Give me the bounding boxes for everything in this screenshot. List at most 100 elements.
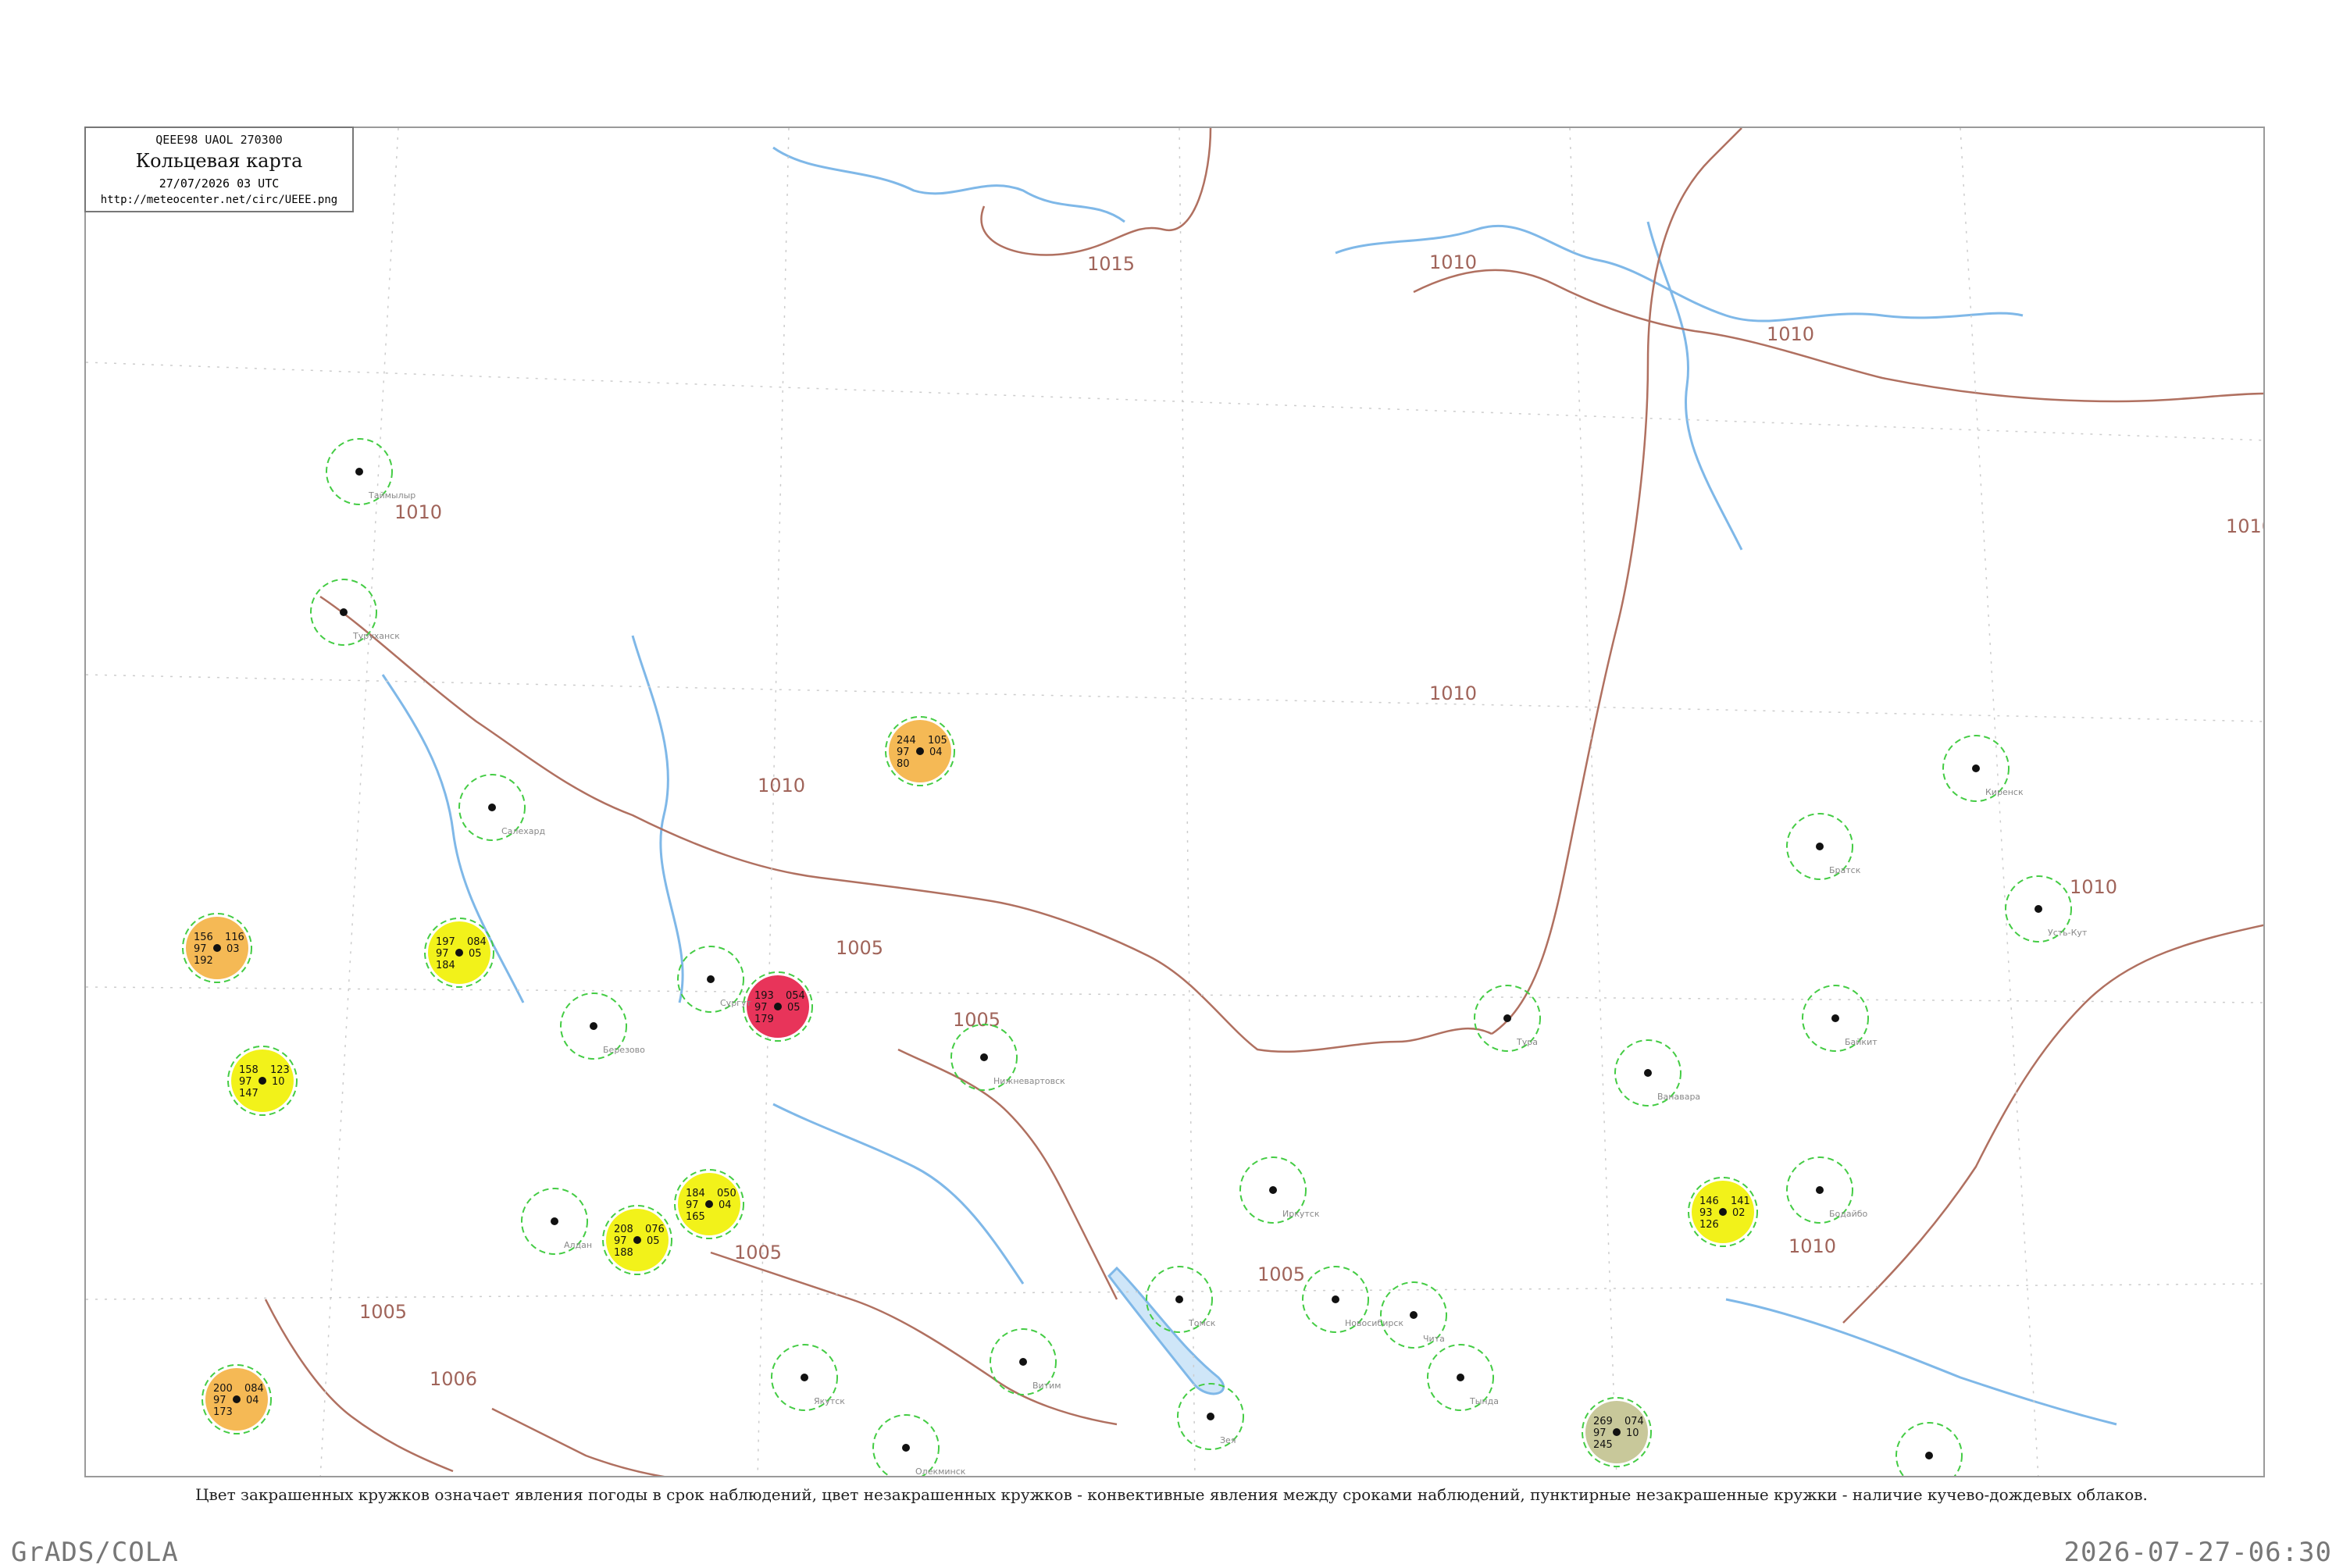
station-name: Салехард — [501, 826, 545, 836]
map-canvas: 1015 1010 1010 1010 1010 1010 1010 1010 … — [86, 128, 2265, 1477]
station-pressure: 054 — [786, 990, 805, 1002]
station-plot: Иркутск — [1239, 1156, 1320, 1224]
isobar-label: 1010 — [2226, 515, 2265, 537]
station-dot — [590, 1022, 597, 1030]
isobar-1005-southwest — [264, 1299, 454, 1473]
grid-line — [86, 986, 2263, 1003]
station-name: Витим — [1032, 1381, 1061, 1391]
map-legend-box: QEEE98 UAOL 270300 Кольцевая карта 27/07… — [84, 127, 354, 212]
station-pressure: 123 — [270, 1064, 290, 1076]
station-tendency: 03 — [226, 943, 240, 955]
station-dot — [233, 1395, 241, 1403]
grid-line — [86, 362, 2263, 441]
station-pressure: 074 — [1624, 1416, 1644, 1427]
isobar-1005-south — [710, 1251, 1118, 1426]
isobar-label: 1015 — [1087, 253, 1135, 275]
station-name: Олекминск — [915, 1466, 966, 1477]
station-plot: 193 054 97 05 179 — [743, 971, 813, 1042]
station-vis: 97 — [213, 1395, 226, 1406]
station-dot — [1410, 1311, 1418, 1319]
grid-line — [1179, 128, 1196, 1476]
station-name: Братск — [1829, 865, 1861, 875]
station-plot: 197 084 97 05 184 — [424, 918, 494, 988]
station-dewpoint: 173 — [213, 1406, 233, 1418]
station-plot: Ванавара — [1614, 1039, 1700, 1107]
station-dewpoint: 245 — [1593, 1439, 1613, 1451]
station-dot — [707, 975, 715, 983]
station-dot — [340, 608, 348, 616]
station-dewpoint: 147 — [239, 1088, 259, 1099]
isobar-1010-north — [1413, 269, 2263, 403]
isobar-label: 1005 — [953, 1009, 1000, 1031]
isobar-label: 1010 — [1767, 323, 1814, 345]
station-name: Нижневартовск — [993, 1076, 1065, 1086]
station-dot — [1503, 1014, 1511, 1022]
station-dot — [633, 1236, 641, 1244]
legend-url[interactable]: http://meteocenter.net/circ/UEEE.png — [86, 194, 352, 206]
station-dewpoint: 126 — [1699, 1219, 1719, 1231]
station-tendency: 05 — [469, 948, 482, 960]
coastline-north — [772, 146, 1125, 223]
station-dot — [1457, 1374, 1464, 1381]
station-tendency: 04 — [246, 1395, 259, 1406]
grid-line — [1569, 128, 1617, 1476]
isobar-label: 1010 — [394, 501, 442, 523]
station-dot — [213, 944, 221, 952]
station-dot — [259, 1077, 266, 1085]
station-dot — [488, 804, 496, 811]
station-dot — [916, 747, 924, 755]
grid-layer — [86, 128, 2263, 1476]
station-name: Туруханск — [352, 631, 400, 641]
station-plot: 158 123 97 10 147 — [227, 1046, 298, 1116]
station-pressure: 084 — [467, 936, 487, 948]
isobar-label: 1006 — [430, 1368, 477, 1390]
station-dot — [1816, 843, 1824, 850]
station-dewpoint: 80 — [897, 758, 910, 770]
map-caption: Цвет закрашенных кружков означает явлени… — [195, 1485, 2148, 1504]
station-vis: 97 — [1593, 1427, 1607, 1439]
station-temp: 184 — [686, 1188, 705, 1199]
station-plot: 156 116 97 03 192 — [182, 913, 252, 983]
station-name: Бодайбо — [1829, 1209, 1868, 1219]
footer-software: GrADS/COLA — [11, 1537, 179, 1568]
station-name: Томск — [1188, 1318, 1216, 1328]
station-dot — [902, 1444, 910, 1452]
station-name: Сковородино — [1938, 1474, 1999, 1477]
station-plot: Нижневартовск — [950, 1024, 1065, 1091]
isobar-label: 1005 — [1257, 1263, 1305, 1285]
station-name: Тында — [1469, 1396, 1499, 1406]
map-area: 1015 1010 1010 1010 1010 1010 1010 1010 … — [84, 127, 2265, 1477]
isobar-label: 1010 — [1429, 251, 1477, 273]
station-dot — [1644, 1069, 1652, 1077]
station-tendency: 05 — [647, 1235, 660, 1247]
station-temp: 197 — [436, 936, 455, 948]
river-angara — [772, 1103, 1025, 1285]
station-dot — [1269, 1186, 1277, 1194]
station-plot: Киренск — [1942, 735, 2024, 802]
lake-baikal — [1107, 1266, 1225, 1395]
river-amur — [1725, 1298, 2117, 1426]
station-vis: 97 — [239, 1076, 252, 1088]
station-dewpoint: 179 — [754, 1014, 774, 1025]
station-dot — [774, 1003, 782, 1010]
station-dot — [705, 1200, 713, 1208]
station-dot — [1831, 1014, 1839, 1022]
station-pressure: 116 — [225, 932, 244, 943]
station-dot — [551, 1217, 558, 1225]
grid-line — [86, 674, 2263, 722]
station-tendency: 10 — [1626, 1427, 1639, 1439]
station-dot — [801, 1374, 808, 1381]
grid-line — [319, 128, 399, 1476]
isobar-label: 1010 — [1429, 682, 1477, 704]
station-plot: Сковородино — [1895, 1422, 1999, 1477]
station-dewpoint: 184 — [436, 960, 455, 971]
station-plot: 200 084 97 04 173 — [201, 1364, 272, 1434]
station-vis: 97 — [754, 1002, 768, 1014]
station-dot — [1925, 1452, 1933, 1459]
station-name: Киренск — [1985, 787, 2024, 797]
station-dot — [1207, 1413, 1214, 1420]
coastline-east — [1335, 224, 2024, 323]
station-temp: 158 — [239, 1064, 259, 1076]
station-pressure: 050 — [717, 1188, 736, 1199]
station-plot: Олекминск — [872, 1414, 966, 1477]
